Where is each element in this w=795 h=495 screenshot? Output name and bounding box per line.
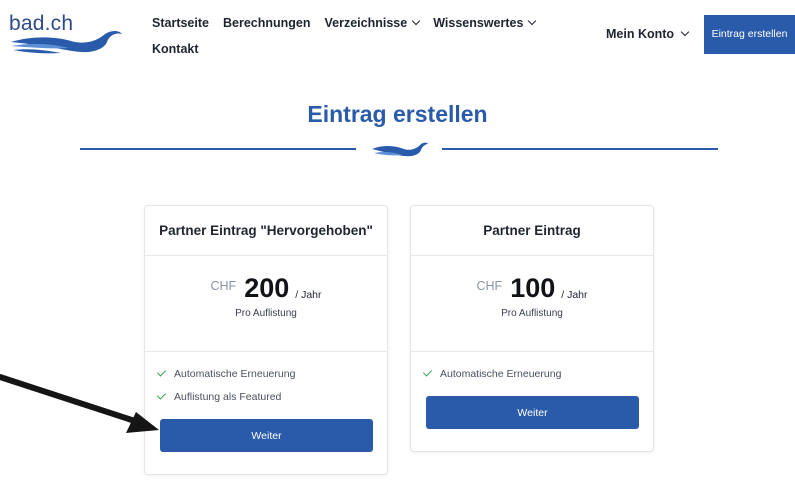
check-icon	[156, 367, 167, 377]
continue-button-standard[interactable]: Weiter	[426, 396, 639, 429]
main-nav: Startseite Berechnungen Verzeichnisse Wi…	[152, 15, 537, 57]
wave-icon	[372, 142, 428, 157]
title-divider-right	[442, 148, 718, 150]
list-item: Automatische Erneuerung	[156, 366, 387, 381]
nav-label: Startseite	[152, 16, 209, 30]
logo-wave-icon	[11, 31, 122, 54]
page-title: Eintrag erstellen	[307, 101, 488, 127]
nav-label: Wissenswertes	[433, 16, 524, 30]
plan-subtext: Pro Auflistung	[235, 308, 297, 319]
plan-card-standard: Partner Eintrag CHF 100 / Jahr Pro Aufli…	[410, 205, 654, 452]
feature-label: Automatische Erneuerung	[440, 367, 562, 380]
site-logo[interactable]: bad.ch	[9, 12, 124, 57]
chevron-down-icon	[528, 16, 537, 26]
plan-currency: CHF	[476, 279, 503, 293]
nav-item-wissenswertes[interactable]: Wissenswertes	[433, 16, 537, 30]
annotation-arrow-icon	[0, 374, 159, 433]
plan-subtext: Pro Auflistung	[501, 308, 563, 319]
plan-card-featured: Partner Eintrag "Hervorgehoben" CHF 200 …	[144, 205, 388, 475]
feature-label: Automatische Erneuerung	[174, 367, 296, 380]
account-menu[interactable]: Mein Konto	[606, 27, 690, 41]
plan-amount: 200	[244, 273, 290, 303]
plan-features: Automatische Erneuerung	[411, 352, 653, 381]
nav-item-verzeichnisse[interactable]: Verzeichnisse	[324, 16, 421, 30]
check-icon	[422, 367, 433, 377]
continue-button-featured[interactable]: Weiter	[160, 419, 373, 452]
plan-period: / Jahr	[561, 289, 588, 301]
nav-label: Verzeichnisse	[324, 16, 408, 30]
create-entry-button[interactable]: Eintrag erstellen	[704, 15, 795, 54]
nav-item-kontakt[interactable]: Kontakt	[152, 42, 199, 56]
plan-title: Partner Eintrag	[411, 206, 653, 256]
list-item: Auflistung als Featured	[156, 389, 387, 404]
check-icon	[156, 390, 167, 400]
plan-title: Partner Eintrag "Hervorgehoben"	[145, 206, 387, 256]
nav-label: Berechnungen	[222, 16, 311, 30]
plan-period: / Jahr	[295, 289, 322, 301]
plan-amount: 100	[510, 273, 556, 303]
list-item: Automatische Erneuerung	[422, 366, 653, 381]
chevron-down-icon	[411, 16, 421, 26]
nav-item-startseite[interactable]: Startseite	[152, 16, 209, 30]
nav-item-berechnungen[interactable]: Berechnungen	[223, 16, 311, 30]
plan-price-block: CHF 100 / Jahr Pro Auflistung	[411, 256, 653, 352]
chevron-down-icon	[680, 27, 690, 37]
title-divider-left	[80, 148, 356, 150]
account-label: Mein Konto	[606, 27, 675, 41]
nav-label: Kontakt	[152, 42, 199, 56]
plan-features: Automatische Erneuerung Auflistung als F…	[145, 352, 387, 404]
plan-price-block: CHF 200 / Jahr Pro Auflistung	[145, 256, 387, 352]
plan-currency: CHF	[210, 279, 237, 293]
feature-label: Auflistung als Featured	[174, 390, 282, 403]
